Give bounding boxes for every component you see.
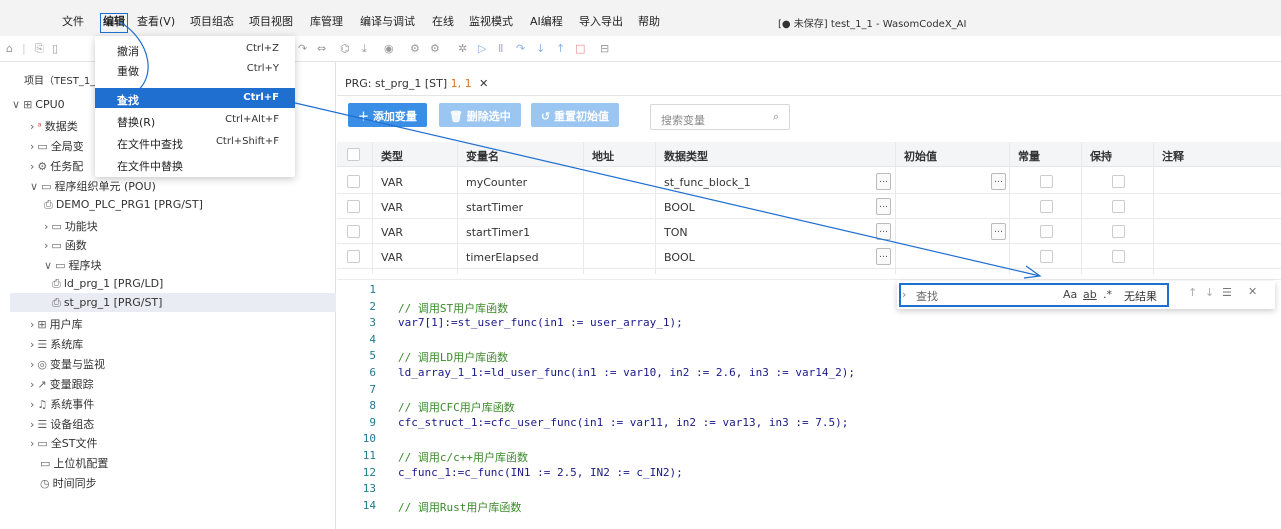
- arrow-to-find-widget: [277, 98, 1041, 277]
- arrow-to-find: [119, 21, 149, 97]
- arrow-head: [1023, 265, 1042, 279]
- arrow-head: [123, 91, 132, 98]
- annotation-arrows: [119, 21, 1042, 279]
